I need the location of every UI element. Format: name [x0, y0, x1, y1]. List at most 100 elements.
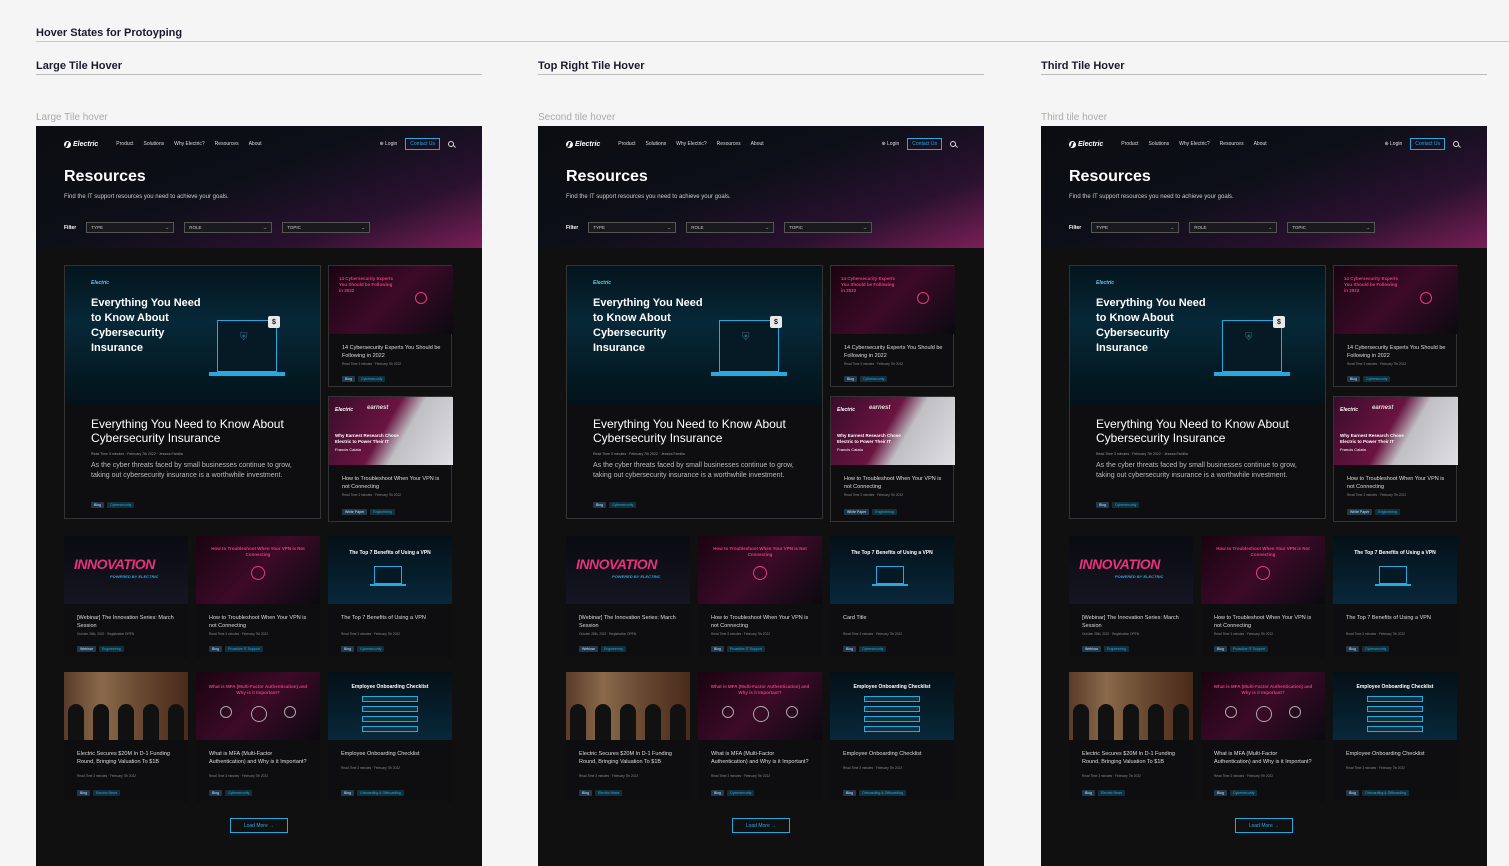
tag[interactable]: Blog: [711, 646, 725, 652]
tag-cybersecurity[interactable]: Cybersecurity: [609, 502, 637, 508]
tag[interactable]: Proactive IT Support: [1230, 646, 1268, 652]
nav-item-about[interactable]: About: [1254, 141, 1267, 147]
resource-card-vpn-benefits[interactable]: The Top 7 Benefits of Using a VPN The To…: [1333, 536, 1457, 658]
tag[interactable]: Cybersecurity: [225, 790, 253, 796]
load-more-button[interactable]: Load More →: [732, 818, 790, 833]
resource-card-funding[interactable]: Electric Secures $20M In D-1 Funding Rou…: [64, 672, 188, 802]
resource-card-vpn-benefits[interactable]: The Top 7 Benefits of Using a VPN The To…: [328, 536, 452, 658]
tag[interactable]: Blog: [341, 646, 355, 652]
login-link[interactable]: ⊕ Login: [1384, 141, 1402, 147]
tag-cybersecurity[interactable]: Cybersecurity: [107, 502, 135, 508]
tag-cybersecurity[interactable]: Cybersecurity: [1112, 502, 1140, 508]
tag[interactable]: Blog: [1346, 790, 1360, 796]
topic-select[interactable]: TOPIC →: [282, 222, 371, 233]
tag[interactable]: Engineering: [370, 509, 395, 515]
tag[interactable]: Proactive IT Support: [727, 646, 765, 652]
nav-item-resources[interactable]: Resources: [717, 141, 741, 147]
contact-us-button[interactable]: Contact Us: [1410, 138, 1445, 150]
nav-item-product[interactable]: Product: [1121, 141, 1138, 147]
tag[interactable]: White Paper: [1347, 509, 1373, 515]
contact-us-button[interactable]: Contact Us: [405, 138, 440, 150]
resource-card-vpn-benefits[interactable]: The Top 7 Benefits of Using a VPN Card T…: [830, 536, 954, 658]
tag[interactable]: Blog: [1347, 376, 1361, 382]
tag-blog[interactable]: Blog: [91, 502, 105, 508]
tag[interactable]: Blog: [1346, 646, 1360, 652]
featured-resource-card[interactable]: Electric Everything You Need to Know Abo…: [64, 265, 321, 519]
resource-card-cyber-experts[interactable]: 14 Cybersecurity Experts You Should be F…: [1333, 265, 1458, 387]
tag[interactable]: Blog: [209, 790, 223, 796]
tag[interactable]: Electric News: [1098, 790, 1126, 796]
resource-card-onboarding[interactable]: Employee Onboarding Checklist Employee O…: [1333, 672, 1457, 802]
resource-card-cyber-experts[interactable]: 14 Cybersecurity Experts You Should be F…: [830, 265, 955, 387]
nav-item-solutions[interactable]: Solutions: [144, 141, 165, 147]
nav-item-product[interactable]: Product: [618, 141, 635, 147]
resource-card-onboarding[interactable]: Employee Onboarding Checklist Employee O…: [830, 672, 954, 802]
nav-item-product[interactable]: Product: [116, 141, 133, 147]
tag[interactable]: Onboarding & Offboarding: [357, 790, 404, 796]
tag[interactable]: Cybersecurity: [860, 376, 888, 382]
tag[interactable]: Engineering: [98, 646, 124, 652]
tag[interactable]: Electric News: [595, 790, 623, 796]
electric-logo[interactable]: Electric: [1069, 140, 1103, 148]
electric-logo[interactable]: Electric: [566, 140, 600, 148]
tag[interactable]: Blog: [209, 646, 223, 652]
type-select[interactable]: TYPE →: [1091, 222, 1180, 233]
tag[interactable]: Blog: [1082, 790, 1096, 796]
nav-item-resources[interactable]: Resources: [215, 141, 239, 147]
login-link[interactable]: ⊕ Login: [379, 141, 397, 147]
featured-resource-card[interactable]: Electric Everything You Need to Know Abo…: [566, 265, 823, 519]
login-link[interactable]: ⊕ Login: [881, 141, 899, 147]
nav-item-about[interactable]: About: [751, 141, 764, 147]
resource-card-vpn-troubleshoot[interactable]: How to Troubleshoot When Your VPN is Not…: [698, 536, 822, 658]
tag[interactable]: Engineering: [1103, 646, 1129, 652]
role-select[interactable]: ROLE →: [184, 222, 273, 233]
nav-item-resources[interactable]: Resources: [1220, 141, 1244, 147]
resource-card-innovation[interactable]: INNOVATION POWERED BY ELECTRIC [Webinar]…: [566, 536, 690, 658]
tag[interactable]: Blog: [77, 790, 91, 796]
nav-item-about[interactable]: About: [249, 141, 262, 147]
nav-item-why-electric[interactable]: Why Electric?: [676, 141, 707, 147]
search-icon[interactable]: [448, 141, 454, 147]
tag-blog[interactable]: Blog: [1096, 502, 1110, 508]
role-select[interactable]: ROLE →: [686, 222, 775, 233]
resource-card-mfa[interactable]: What is MFA (Multi-Factor Authentication…: [196, 672, 320, 802]
load-more-button[interactable]: Load More →: [1235, 818, 1293, 833]
tag[interactable]: Webinar: [1082, 646, 1101, 652]
tag[interactable]: Blog: [579, 790, 593, 796]
nav-item-why-electric[interactable]: Why Electric?: [174, 141, 205, 147]
tag[interactable]: Blog: [844, 376, 858, 382]
type-select[interactable]: TYPE →: [86, 222, 175, 233]
tag[interactable]: Cybersecurity: [357, 646, 385, 652]
tag[interactable]: Electric News: [93, 790, 121, 796]
tag[interactable]: Engineering: [1375, 509, 1400, 515]
resource-card-funding[interactable]: Electric Secures $20M In D-1 Funding Rou…: [1069, 672, 1193, 802]
resource-card-earnest[interactable]: Electric earnest Why Earnest Research Ch…: [328, 396, 453, 522]
resource-card-innovation[interactable]: INNOVATION POWERED BY ELECTRIC [Webinar]…: [1069, 536, 1193, 658]
tag[interactable]: Webinar: [579, 646, 598, 652]
tag[interactable]: Blog: [843, 646, 857, 652]
tag[interactable]: Engineering: [600, 646, 626, 652]
tag[interactable]: Proactive IT Support: [225, 646, 263, 652]
search-icon[interactable]: [950, 141, 956, 147]
tag[interactable]: Cybersecurity: [859, 646, 887, 652]
tag[interactable]: Cybersecurity: [1363, 376, 1391, 382]
resource-card-funding[interactable]: Electric Secures $20M In D-1 Funding Rou…: [566, 672, 690, 802]
nav-item-solutions[interactable]: Solutions: [646, 141, 667, 147]
nav-item-why-electric[interactable]: Why Electric?: [1179, 141, 1210, 147]
tag[interactable]: Webinar: [77, 646, 96, 652]
tag[interactable]: Blog: [711, 790, 725, 796]
electric-logo[interactable]: Electric: [64, 140, 98, 148]
topic-select[interactable]: TOPIC →: [784, 222, 873, 233]
tag[interactable]: Cybersecurity: [727, 790, 755, 796]
contact-us-button[interactable]: Contact Us: [907, 138, 942, 150]
topic-select[interactable]: TOPIC →: [1287, 222, 1376, 233]
role-select[interactable]: ROLE →: [1189, 222, 1278, 233]
tag[interactable]: Cybersecurity: [1362, 646, 1390, 652]
resource-card-earnest[interactable]: Electric earnest Why Earnest Research Ch…: [1333, 396, 1458, 522]
tag[interactable]: Blog: [1214, 790, 1228, 796]
resource-card-onboarding[interactable]: Employee Onboarding Checklist Employee O…: [328, 672, 452, 802]
tag[interactable]: Onboarding & Offboarding: [859, 790, 906, 796]
tag[interactable]: Blog: [1214, 646, 1228, 652]
tag[interactable]: Cybersecurity: [358, 376, 386, 382]
tag[interactable]: Engineering: [872, 509, 897, 515]
